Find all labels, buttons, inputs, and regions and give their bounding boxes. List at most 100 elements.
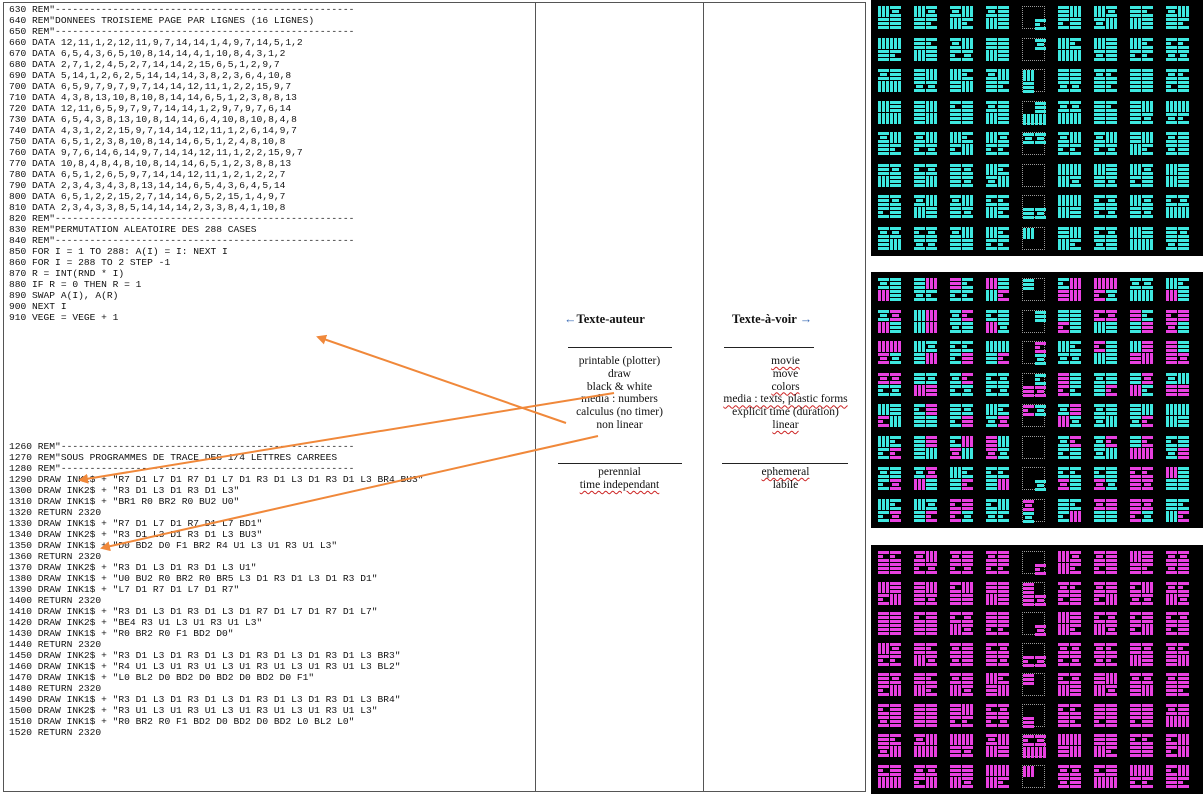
glyph-stroke — [1142, 144, 1153, 147]
glyph-stroke — [998, 510, 1009, 514]
glyph-stroke — [1070, 384, 1081, 388]
glyph-stroke — [1070, 487, 1081, 490]
glyph-stroke — [998, 329, 1009, 333]
glyph-stroke — [890, 100, 901, 104]
glyph-stroke — [878, 551, 889, 554]
glyph-stroke — [950, 439, 955, 443]
glyph-stroke — [1066, 624, 1069, 635]
glyph-stroke — [1025, 137, 1032, 140]
glyph-stroke — [1070, 207, 1081, 210]
glyph-tile — [986, 703, 1009, 727]
glyph-stroke — [1142, 73, 1153, 76]
glyph-stroke — [1043, 747, 1046, 758]
glyph-tile — [1130, 69, 1153, 92]
glyph-stroke — [1138, 654, 1141, 666]
glyph-stroke — [970, 703, 973, 715]
glyph-tile — [878, 435, 901, 459]
glyph-tile — [1022, 673, 1045, 696]
glyph-stroke — [962, 412, 973, 415]
glyph-stroke — [998, 642, 1009, 646]
glyph-stroke — [1142, 384, 1153, 388]
glyph-stroke — [952, 325, 959, 329]
glyph-stroke — [1058, 26, 1069, 29]
glyph-stroke — [898, 238, 901, 250]
glyph-stroke — [934, 100, 937, 112]
glyph-stroke — [950, 412, 961, 415]
glyph-stroke — [1178, 498, 1189, 502]
glyph-stroke — [1144, 116, 1151, 120]
glyph-stroke — [1132, 282, 1139, 285]
glyph-stroke — [962, 776, 973, 780]
glyph-stroke — [1130, 681, 1141, 684]
glyph-tile — [1166, 581, 1189, 605]
glyph-stroke — [1023, 133, 1034, 136]
glyph-stroke — [950, 388, 955, 392]
glyph-stroke — [1180, 53, 1187, 57]
glyph-stroke — [916, 471, 923, 474]
glyph-stroke — [986, 443, 997, 447]
glyph-stroke — [1094, 597, 1099, 601]
glyph-stroke — [1166, 120, 1177, 124]
glyph-stroke — [892, 167, 899, 171]
glyph-stroke — [1023, 405, 1034, 408]
glyph-stroke — [1066, 207, 1069, 218]
glyph-tile — [1058, 467, 1081, 490]
glyph-stroke — [950, 57, 961, 61]
glyph-stroke — [998, 49, 1009, 53]
glyph-stroke — [962, 471, 967, 474]
view-property: colors — [771, 380, 800, 393]
glyph-stroke — [1094, 404, 1105, 407]
glyph-stroke — [1031, 765, 1034, 777]
glyph-stroke — [934, 353, 937, 364]
glyph-stroke — [1070, 506, 1081, 510]
glyph-stroke — [1166, 447, 1177, 451]
glyph-stroke — [1023, 682, 1034, 685]
glyph-tile — [1058, 734, 1081, 757]
glyph-stroke — [998, 372, 1009, 376]
glyph-stroke — [898, 37, 901, 49]
glyph-stroke — [1178, 650, 1189, 654]
glyph-stroke — [890, 746, 893, 757]
glyph-stroke — [890, 392, 901, 396]
code-line: 1280 REM"-------------------------------… — [9, 463, 355, 474]
glyph-stroke — [998, 6, 1009, 9]
glyph-stroke — [1130, 140, 1141, 143]
right-arrow-icon: → — [796, 312, 813, 326]
glyph-stroke — [986, 242, 991, 246]
glyph-stroke — [1070, 567, 1075, 570]
glyph-stroke — [950, 309, 961, 313]
glyph-stroke — [1094, 278, 1097, 289]
glyph-stroke — [918, 321, 921, 333]
glyph-stroke — [930, 551, 933, 562]
glyph-stroke — [1070, 719, 1075, 723]
glyph-stroke — [894, 593, 897, 605]
glyph-tile — [1166, 132, 1189, 155]
glyph-stroke — [1114, 776, 1117, 788]
glyph-stroke — [1142, 467, 1153, 470]
glyph-stroke — [1058, 412, 1069, 415]
glyph-stroke — [1058, 597, 1063, 601]
glyph-stroke — [1072, 420, 1079, 423]
glyph-stroke — [962, 207, 973, 210]
glyph-stroke — [914, 26, 925, 29]
glyph-stroke — [998, 628, 1003, 631]
glyph-stroke — [970, 81, 973, 92]
glyph-stroke — [1094, 112, 1105, 116]
glyph-stroke — [878, 742, 889, 745]
glyph-stroke — [1070, 654, 1081, 658]
glyph-stroke — [928, 567, 935, 570]
glyph-stroke — [962, 673, 973, 676]
glyph-stroke — [962, 581, 965, 593]
glyph-stroke — [926, 81, 937, 84]
glyph-stroke — [1178, 45, 1189, 49]
glyph-tile — [914, 612, 937, 635]
glyph-stroke — [1130, 571, 1141, 574]
glyph-stroke — [1106, 650, 1117, 654]
glyph-stroke — [1070, 585, 1075, 589]
glyph-stroke — [1130, 49, 1141, 53]
glyph-stroke — [1035, 350, 1046, 353]
glyph-stroke — [926, 171, 937, 175]
view-footer-divider — [722, 463, 848, 464]
author-footer-divider — [558, 463, 682, 464]
glyph-stroke — [1166, 559, 1177, 562]
